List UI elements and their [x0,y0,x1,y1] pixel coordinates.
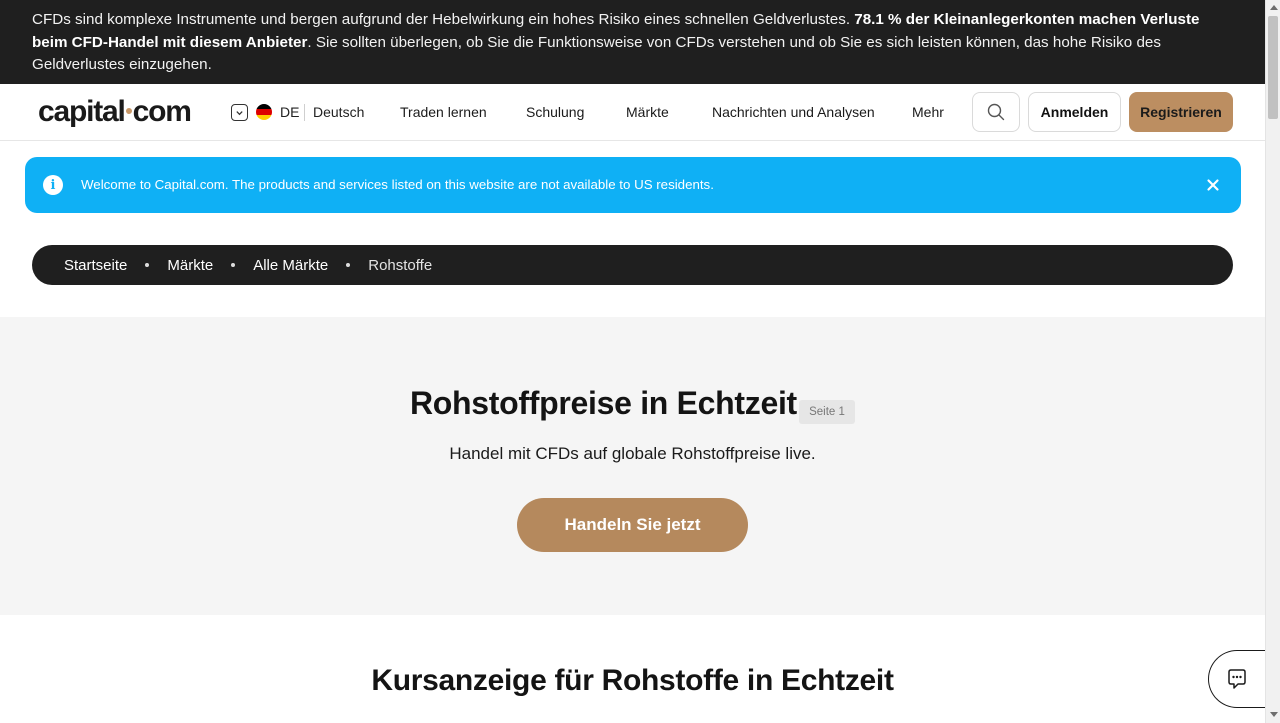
info-icon: i [43,175,63,195]
nav-nachrichten-analysen[interactable]: Nachrichten und Analysen [712,104,875,121]
search-button[interactable] [972,92,1020,132]
us-residents-notice: i Welcome to Capital.com. The products a… [25,157,1241,213]
breadcrumb-separator [231,263,236,267]
site-header: capital com DE Deutsch Traden lernen Schu… [0,84,1265,141]
capital-logo[interactable]: capital com [38,95,192,128]
page-title: Rohstoffpreise in Echtzeit [410,385,797,421]
language-code[interactable]: DE [280,104,299,121]
notice-text: Welcome to Capital.com. The products and… [81,177,714,192]
logo-text-capital: capital [38,95,126,128]
breadcrumb-maerkte[interactable]: Märkte [167,257,213,274]
chevron-down-icon [236,111,243,116]
breadcrumb-current-rohstoffe: Rohstoffe [368,256,433,274]
signup-button[interactable]: Registrieren [1129,92,1233,132]
breadcrumb-separator [145,263,150,267]
hero-section: Rohstoffpreise in Echtzeit Seite 1 Hande… [0,317,1265,615]
page-scrollbar[interactable] [1265,0,1280,723]
logo-text-com: com [132,95,192,128]
scrollbar-thumb[interactable] [1268,16,1278,119]
chat-button[interactable] [1208,650,1268,708]
breadcrumb-startseite[interactable]: Startseite [64,257,127,274]
logo-dot [125,108,132,115]
nav-maerkte[interactable]: Märkte [626,104,669,121]
breadcrumb-separator [346,263,351,267]
scroll-up-arrow-icon[interactable] [1270,5,1278,10]
language-name[interactable]: Deutsch [313,104,364,121]
language-dropdown-toggle[interactable] [231,104,248,121]
hero-subtitle: Handel mit CFDs auf globale Rohstoffprei… [449,444,816,463]
section-title: Kursanzeige für Rohstoffe in Echtzeit [371,664,894,697]
breadcrumb-alle-maerkte[interactable]: Alle Märkte [253,257,328,274]
german-flag-icon[interactable] [256,104,272,120]
nav-schulung[interactable]: Schulung [526,104,584,121]
search-icon [987,103,1005,121]
language-divider [304,104,305,121]
nav-traden-lernen[interactable]: Traden lernen [400,104,487,121]
close-icon[interactable] [1205,177,1221,193]
breadcrumb: Startseite Märkte Alle Märkte Rohstoffe [32,245,1233,285]
trade-now-button[interactable]: Handeln Sie jetzt [517,498,748,552]
login-button[interactable]: Anmelden [1028,92,1121,132]
risk-warning-banner: CFDs sind komplexe Instrumente und berge… [0,0,1265,84]
page-number-badge: Seite 1 [799,400,855,424]
scroll-down-arrow-icon[interactable] [1270,712,1278,717]
chat-bubble-icon [1228,669,1246,689]
risk-text-intro: CFDs sind komplexe Instrumente und berge… [32,11,855,28]
nav-mehr[interactable]: Mehr [912,104,944,121]
